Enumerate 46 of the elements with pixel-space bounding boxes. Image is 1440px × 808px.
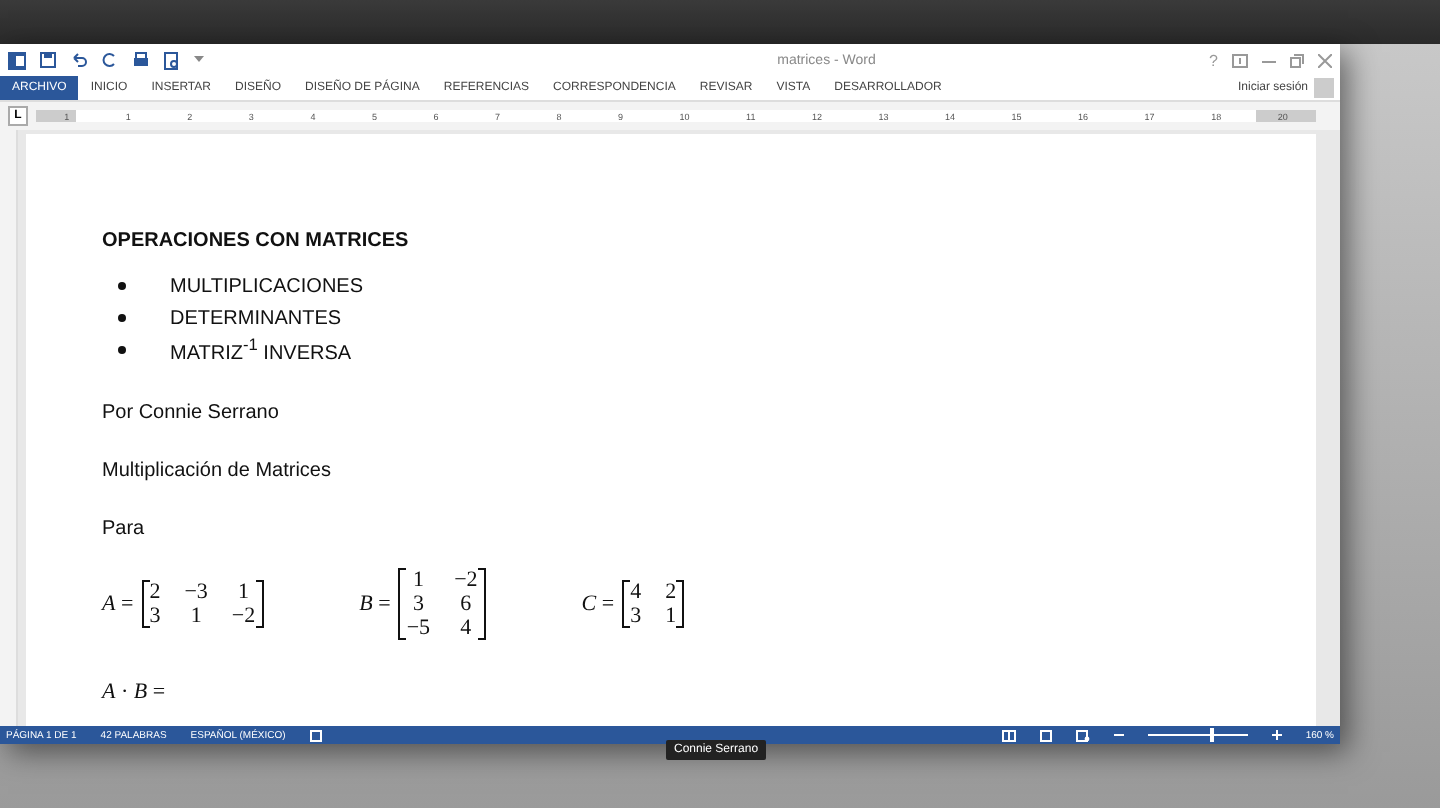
matrix-label: C = (581, 592, 615, 616)
matrix-entry: −2 (231, 604, 256, 628)
bullet-text: MULTIPLICACIONES (170, 275, 363, 297)
zoom-in-icon[interactable] (1271, 730, 1282, 740)
bullet-icon (118, 346, 126, 354)
matrix-entry: 1 (410, 568, 426, 592)
paragraph: Multiplicación de Matrices (102, 460, 333, 482)
matrix-entry: 1 (188, 604, 204, 628)
matrix-entry: 3 (410, 592, 426, 616)
matrix-entry: 2 (149, 580, 161, 604)
bullet-text: DETERMINANTES (170, 307, 342, 329)
zoom-slider-thumb[interactable] (1209, 728, 1214, 742)
close-icon[interactable] (1317, 53, 1332, 67)
matrix-label: B = (359, 592, 391, 616)
matrix-entry: 1 (665, 604, 677, 628)
matrix-label: A = (102, 592, 134, 616)
matrix-entry: 3 (149, 604, 161, 628)
matrix-entry: 1 (236, 580, 252, 604)
matrix-entry: 4 (630, 580, 642, 604)
printer-icon[interactable] (132, 52, 150, 68)
matrix-entry: −5 (406, 616, 431, 640)
matrix-entry: 3 (630, 604, 642, 628)
read-mode-icon[interactable] (1001, 729, 1016, 741)
matrix-entry: 6 (458, 592, 474, 616)
word-logo-icon[interactable] (8, 51, 26, 69)
paragraph: Para (102, 518, 147, 540)
restore-icon[interactable] (1289, 53, 1304, 67)
bullet-icon (118, 282, 126, 290)
web-layout-icon[interactable] (1075, 729, 1090, 741)
print-layout-icon[interactable] (1039, 729, 1052, 741)
zoom-out-icon[interactable] (1113, 730, 1124, 740)
document-heading: OPERACIONES CON MATRICES (102, 230, 411, 252)
paragraph: Por Connie Serrano (102, 402, 281, 424)
ribbon-display-icon[interactable] (1231, 53, 1248, 67)
equation: A · B = (102, 680, 168, 704)
redo-icon[interactable] (102, 52, 118, 68)
bullet-text: MATRIZ$^{-1}$ INVERSA (170, 334, 352, 366)
matrix-entry: 4 (458, 616, 474, 640)
matrix-entry: 2 (665, 580, 677, 604)
bullet-icon (118, 314, 126, 322)
print-preview-icon[interactable] (164, 51, 180, 69)
dropdown-icon[interactable] (194, 56, 204, 64)
matrix-entry: −2 (454, 568, 478, 592)
save-icon[interactable] (40, 52, 56, 68)
undo-icon[interactable] (70, 52, 88, 68)
matrix-entry: −3 (184, 580, 208, 604)
